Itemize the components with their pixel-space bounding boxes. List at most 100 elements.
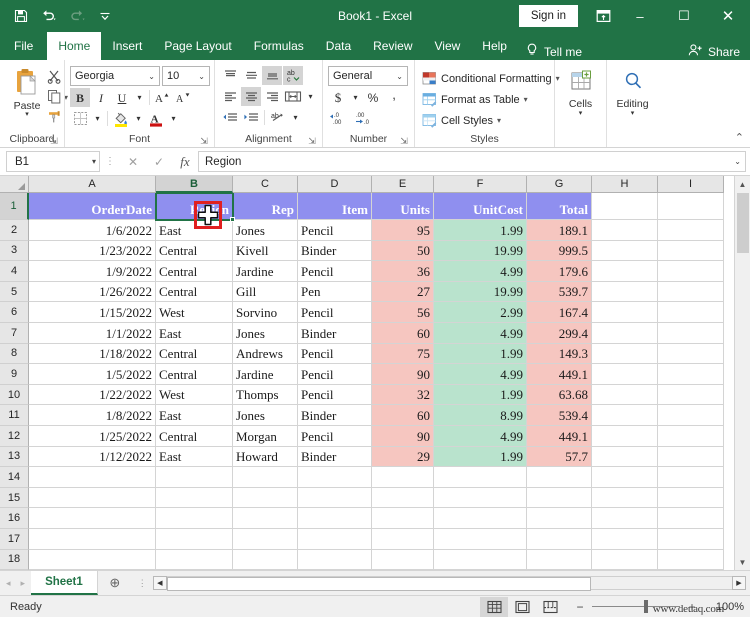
wrap-text-button[interactable]: ab [268, 108, 288, 127]
horizontal-scroll-thumb[interactable] [166, 577, 591, 591]
page-layout-view-icon[interactable] [508, 597, 536, 617]
cell-H8[interactable] [592, 343, 658, 365]
cell-G8[interactable]: 149.3 [527, 343, 592, 365]
save-icon[interactable] [8, 4, 34, 28]
cell-E3[interactable]: 50 [372, 240, 434, 262]
cell-I6[interactable] [658, 302, 724, 323]
cell-E9[interactable]: 90 [372, 364, 434, 385]
cell-C6[interactable]: Sorvino [233, 302, 298, 323]
borders-button[interactable] [70, 109, 90, 128]
cell-I9[interactable] [658, 364, 724, 385]
cell-A5[interactable]: 1/26/2022 [29, 281, 156, 303]
cell-H17[interactable] [592, 528, 658, 550]
cell-H18[interactable] [592, 549, 658, 570]
row-header-2[interactable]: 2 [0, 220, 29, 241]
column-header-h[interactable]: H [592, 176, 658, 193]
cell-F6[interactable]: 2.99 [434, 302, 527, 323]
cell-G6[interactable]: 167.4 [527, 302, 592, 323]
cell-D3[interactable]: Binder [298, 240, 372, 262]
cell-D11[interactable]: Binder [298, 405, 372, 426]
cell-B14[interactable] [156, 467, 233, 488]
tab-file[interactable]: File [0, 32, 47, 60]
cells-caret-icon[interactable]: ▾ [579, 110, 583, 117]
cell-A2[interactable]: 1/6/2022 [29, 220, 156, 241]
format-as-table-button[interactable]: Format as Table ▾ [420, 89, 530, 110]
cell-E6[interactable]: 56 [372, 302, 434, 323]
cell-header-F1[interactable]: UnitCost [434, 193, 527, 220]
cell-I5[interactable] [658, 281, 724, 303]
tab-formulas[interactable]: Formulas [243, 32, 315, 60]
cell-H5[interactable] [592, 281, 658, 303]
row-header-13[interactable]: 13 [0, 446, 29, 468]
cell-I1[interactable] [658, 193, 724, 220]
cells-button[interactable]: Cells ▾ [560, 66, 601, 117]
row-header-15[interactable]: 15 [0, 487, 29, 509]
row-header-16[interactable]: 16 [0, 508, 29, 529]
cell-H6[interactable] [592, 302, 658, 323]
cancel-formula-button[interactable]: ✕ [120, 151, 146, 173]
cell-H2[interactable] [592, 220, 658, 241]
cell-E4[interactable]: 36 [372, 261, 434, 282]
row-header-11[interactable]: 11 [0, 405, 29, 426]
row-header-1[interactable]: 1 [0, 193, 29, 220]
cell-F8[interactable]: 1.99 [434, 343, 527, 365]
cell-B12[interactable]: Central [156, 425, 233, 447]
cell-G10[interactable]: 63.68 [527, 384, 592, 406]
scroll-left-arrow-icon[interactable]: ◀ [152, 576, 167, 590]
cell-A3[interactable]: 1/23/2022 [29, 240, 156, 262]
column-header-g[interactable]: G [527, 176, 592, 193]
increase-decimal-button[interactable]: .0.00 [328, 109, 352, 128]
collapse-ribbon-icon[interactable]: ⌃ [735, 131, 744, 144]
font-color-caret-icon[interactable]: ▾ [167, 109, 180, 128]
paste-button[interactable]: Paste ▾ [9, 66, 45, 126]
sign-in-button[interactable]: Sign in [518, 5, 578, 27]
name-box[interactable]: B1 ▾ [6, 151, 100, 172]
normal-view-icon[interactable] [480, 596, 508, 617]
horizontal-split-handle[interactable]: ⋮ [132, 578, 153, 589]
cell-C17[interactable] [233, 528, 298, 550]
close-button[interactable]: ✕ [706, 0, 750, 32]
horizontal-scroll-track[interactable] [166, 576, 732, 591]
cell-B6[interactable]: West [156, 302, 233, 323]
cell-G7[interactable]: 299.4 [527, 322, 592, 344]
tab-review[interactable]: Review [362, 32, 423, 60]
cell-D15[interactable] [298, 487, 372, 509]
bold-button[interactable]: B [70, 88, 90, 107]
cell-D14[interactable] [298, 467, 372, 488]
tab-help[interactable]: Help [471, 32, 518, 60]
cell-styles-caret-icon[interactable]: ▾ [497, 116, 501, 125]
increase-indent-button[interactable] [241, 108, 261, 127]
cell-A12[interactable]: 1/25/2022 [29, 425, 156, 447]
cell-I14[interactable] [658, 467, 724, 488]
cell-header-A1[interactable]: OrderDate [29, 193, 156, 220]
cell-B8[interactable]: Central [156, 343, 233, 365]
cell-B2[interactable]: East [156, 220, 233, 241]
cell-D12[interactable]: Pencil [298, 425, 372, 447]
decrease-font-size-button[interactable]: A [174, 88, 194, 107]
cell-header-D1[interactable]: Item [298, 193, 372, 220]
cell-G9[interactable]: 449.1 [527, 364, 592, 385]
cell-header-E1[interactable]: Units [372, 193, 434, 220]
expand-formula-bar-icon[interactable]: ⌄ [734, 157, 741, 166]
cell-C7[interactable]: Jones [233, 322, 298, 344]
cell-C10[interactable]: Thomps [233, 384, 298, 406]
cell-I18[interactable] [658, 549, 724, 570]
cell-B16[interactable] [156, 508, 233, 529]
row-header-17[interactable]: 17 [0, 528, 29, 550]
row-header-10[interactable]: 10 [0, 384, 29, 406]
cell-C18[interactable] [233, 549, 298, 570]
cell-C13[interactable]: Howard [233, 446, 298, 468]
column-header-a[interactable]: A [29, 176, 156, 193]
cell-I16[interactable] [658, 508, 724, 529]
column-header-e[interactable]: E [372, 176, 434, 193]
share-button[interactable]: Share [688, 43, 750, 60]
cell-E7[interactable]: 60 [372, 322, 434, 344]
tab-data[interactable]: Data [315, 32, 362, 60]
cell-G17[interactable] [527, 528, 592, 550]
zoom-slider-thumb[interactable] [644, 600, 648, 613]
column-header-c[interactable]: C [233, 176, 298, 193]
name-box-caret-icon[interactable]: ▾ [92, 157, 96, 166]
cell-C12[interactable]: Morgan [233, 425, 298, 447]
cell-I17[interactable] [658, 528, 724, 550]
increase-font-size-button[interactable]: A [153, 88, 173, 107]
